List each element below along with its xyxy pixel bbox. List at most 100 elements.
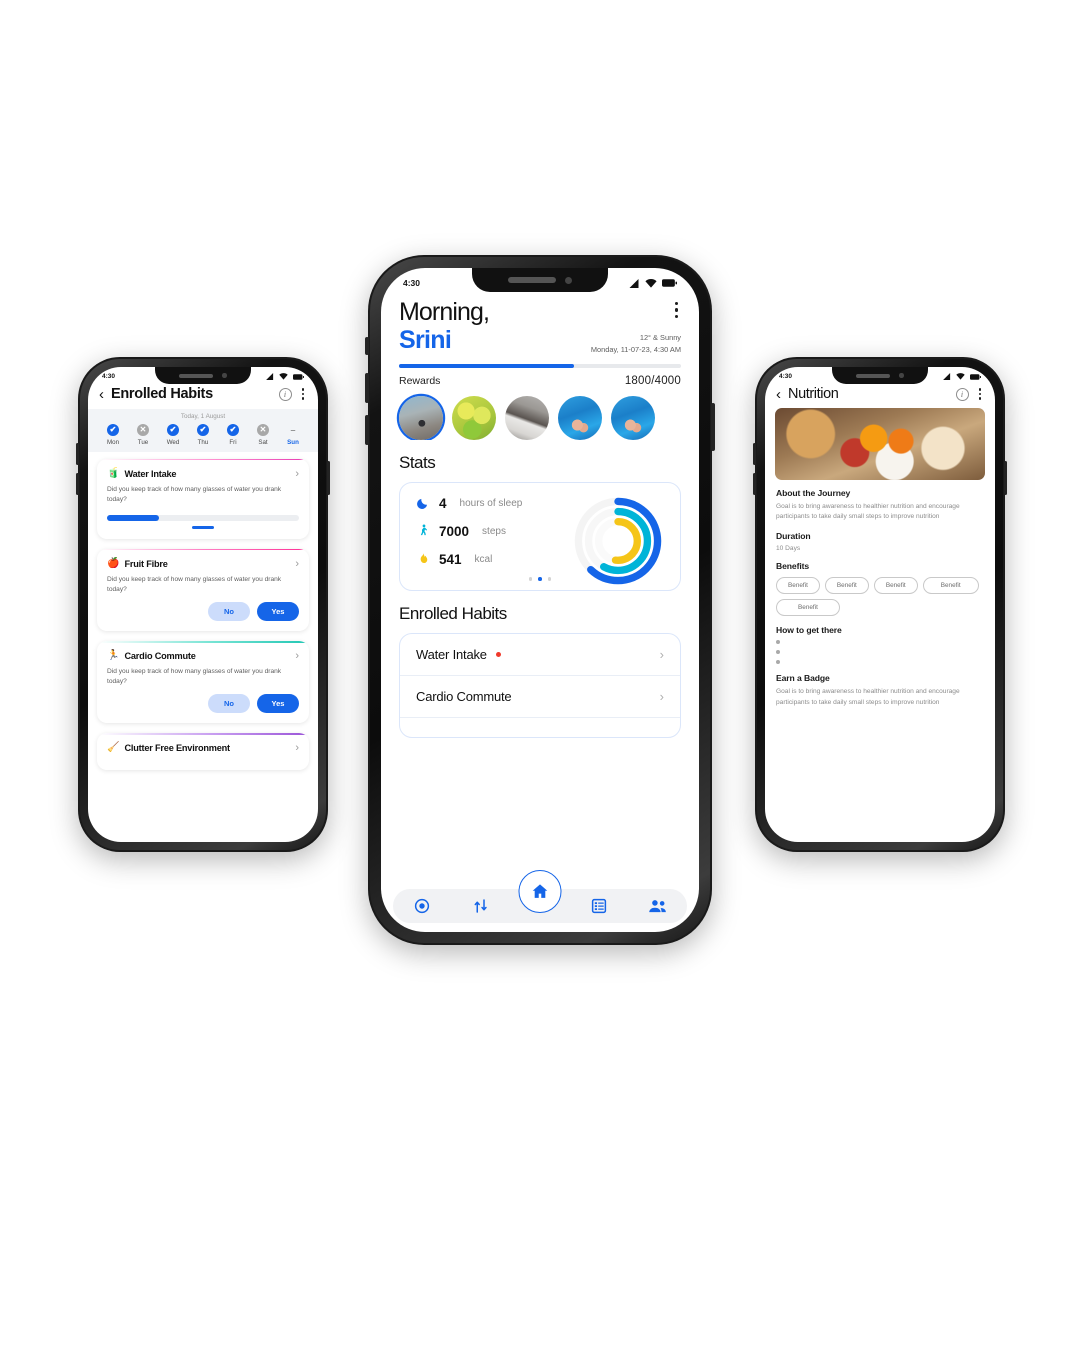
- stats-card[interactable]: 4 hours of sleep 7000 steps 541 kcal: [399, 482, 681, 591]
- day-mon[interactable]: ✔ Mon: [100, 424, 126, 446]
- rewards-avatar-carousel[interactable]: [381, 387, 699, 441]
- earpiece-speaker: [856, 373, 891, 378]
- right-appbar: ‹ Nutrition i: [765, 382, 995, 408]
- habit-card-cardio-commute[interactable]: 🏃 Cardio Commute › Did you keep track of…: [97, 641, 309, 724]
- power-button[interactable]: [711, 403, 715, 451]
- day-fri[interactable]: ✔ Fri: [220, 424, 246, 446]
- bottom-navigation: [381, 870, 699, 932]
- day-tue[interactable]: ✕ Tue: [130, 424, 156, 446]
- day-list: ✔ Mon ✕ Tue ✔ Wed ✔ Thu ✔ Fri ✕ Sat – Sun: [96, 424, 310, 446]
- day-status-icon: ✔: [107, 424, 119, 436]
- reward-avatar-lemons[interactable]: [452, 396, 496, 441]
- benefit-chip[interactable]: Benefit: [824, 577, 869, 595]
- volume-up-button[interactable]: [76, 443, 79, 465]
- kebab-menu-icon[interactable]: [299, 386, 308, 402]
- mute-switch[interactable]: [365, 337, 369, 355]
- info-icon[interactable]: i: [955, 387, 969, 401]
- kebab-menu-icon[interactable]: [672, 300, 681, 320]
- progress-fill: [399, 363, 574, 369]
- volume-down-button[interactable]: [753, 473, 756, 495]
- stats-section-title: Stats: [399, 453, 436, 473]
- runner-icon: 🏃: [107, 650, 120, 662]
- volume-up-button[interactable]: [753, 443, 756, 465]
- volume-down-button[interactable]: [365, 415, 369, 445]
- status-time: 4:30: [779, 373, 793, 380]
- card-drag-handle[interactable]: [192, 526, 214, 530]
- notch: [832, 367, 928, 384]
- chevron-right-icon[interactable]: ›: [660, 647, 664, 662]
- activity-rings-chart: [572, 495, 664, 587]
- power-button[interactable]: [327, 461, 330, 495]
- badge-title: Earn a Badge: [776, 673, 830, 684]
- duration-value: 10 Days: [776, 545, 801, 553]
- front-camera: [565, 276, 572, 284]
- benefit-chip[interactable]: Benefit: [776, 577, 820, 595]
- day-label: Fri: [229, 439, 237, 446]
- day-label: Wed: [166, 439, 180, 446]
- habit-card-fruit-fibre[interactable]: 🍎 Fruit Fibre › Did you keep track of ho…: [97, 549, 309, 632]
- habit-card-clutter-free-environment[interactable]: 🧹 Clutter Free Environment ›: [97, 733, 309, 771]
- carousel-dot[interactable]: [528, 577, 533, 581]
- habit-question: Did you keep track of how many glasses o…: [107, 668, 282, 685]
- day-status-icon: –: [290, 424, 296, 435]
- day-thu[interactable]: ✔ Thu: [190, 424, 216, 446]
- reward-avatar-pool-1[interactable]: [558, 396, 602, 441]
- back-chevron-left-icon[interactable]: ‹: [99, 387, 104, 402]
- nav-home-button[interactable]: [518, 870, 562, 913]
- moon-icon: [416, 496, 430, 511]
- info-icon[interactable]: i: [278, 387, 292, 401]
- chevron-right-icon[interactable]: ›: [295, 742, 299, 754]
- carousel-dot-active[interactable]: [538, 577, 542, 581]
- habit-card-water-intake[interactable]: 🧃 Water Intake › Did you keep track of h…: [97, 459, 309, 540]
- habit-name: Fruit Fibre: [124, 559, 168, 570]
- bullet-dot: [776, 660, 780, 665]
- volume-down-button[interactable]: [76, 473, 79, 495]
- benefits-title: Benefits: [776, 561, 810, 572]
- nav-target-icon[interactable]: [393, 897, 452, 915]
- chevron-right-icon[interactable]: ›: [295, 468, 299, 480]
- day-label: Mon: [106, 439, 120, 446]
- habit-row-cardio-commute[interactable]: Cardio Commute ›: [400, 674, 680, 717]
- reward-avatar-gym[interactable]: [505, 396, 549, 441]
- kebab-menu-icon[interactable]: [976, 386, 985, 402]
- bullet-dot: [776, 640, 780, 645]
- volume-up-button[interactable]: [365, 373, 369, 403]
- habit-row-water-intake[interactable]: Water Intake ›: [400, 634, 680, 675]
- habit-question: Did you keep track of how many glasses o…: [107, 576, 282, 593]
- card-accent-stripe: [97, 641, 309, 643]
- battery-icon: [293, 373, 304, 380]
- day-wed[interactable]: ✔ Wed: [160, 424, 186, 446]
- benefit-chip[interactable]: Benefit: [776, 599, 840, 617]
- benefit-chip[interactable]: Benefit: [922, 577, 979, 595]
- carousel-dot[interactable]: [547, 577, 552, 581]
- yes-button[interactable]: Yes: [257, 602, 299, 622]
- day-sat[interactable]: ✕ Sat: [250, 424, 276, 446]
- no-button[interactable]: No: [208, 694, 250, 714]
- back-chevron-left-icon[interactable]: ‹: [776, 387, 781, 402]
- wifi-icon: [956, 373, 965, 380]
- chevron-right-icon[interactable]: ›: [660, 689, 664, 704]
- home-icon: [532, 884, 548, 898]
- yes-button[interactable]: Yes: [257, 694, 299, 714]
- day-label: Thu: [197, 439, 209, 446]
- about-body: Goal is to bring awareness to healthier …: [776, 503, 960, 521]
- chevron-right-icon[interactable]: ›: [295, 558, 299, 570]
- stat-unit: kcal: [474, 554, 493, 566]
- reward-avatar-pool-2[interactable]: [611, 396, 655, 441]
- page-title: Enrolled Habits: [111, 386, 213, 402]
- greeting-text: Morning,: [399, 298, 490, 326]
- habit-label: Water Intake: [416, 646, 487, 662]
- rewards-value: 1800/4000: [624, 375, 681, 388]
- nav-list-icon[interactable]: [569, 897, 628, 915]
- nav-community-icon[interactable]: [628, 897, 687, 915]
- badge-body: Goal is to bring awareness to healthier …: [776, 688, 960, 706]
- stat-unit: steps: [482, 526, 506, 538]
- chevron-right-icon[interactable]: ›: [295, 650, 299, 662]
- reward-avatar-running[interactable]: [399, 396, 443, 441]
- power-button[interactable]: [1004, 461, 1007, 495]
- nav-journey-icon[interactable]: [452, 897, 511, 915]
- no-button[interactable]: No: [208, 602, 250, 622]
- water-intake-slider[interactable]: [107, 515, 299, 522]
- benefit-chip[interactable]: Benefit: [873, 577, 918, 595]
- day-sun[interactable]: – Sun: [280, 424, 306, 446]
